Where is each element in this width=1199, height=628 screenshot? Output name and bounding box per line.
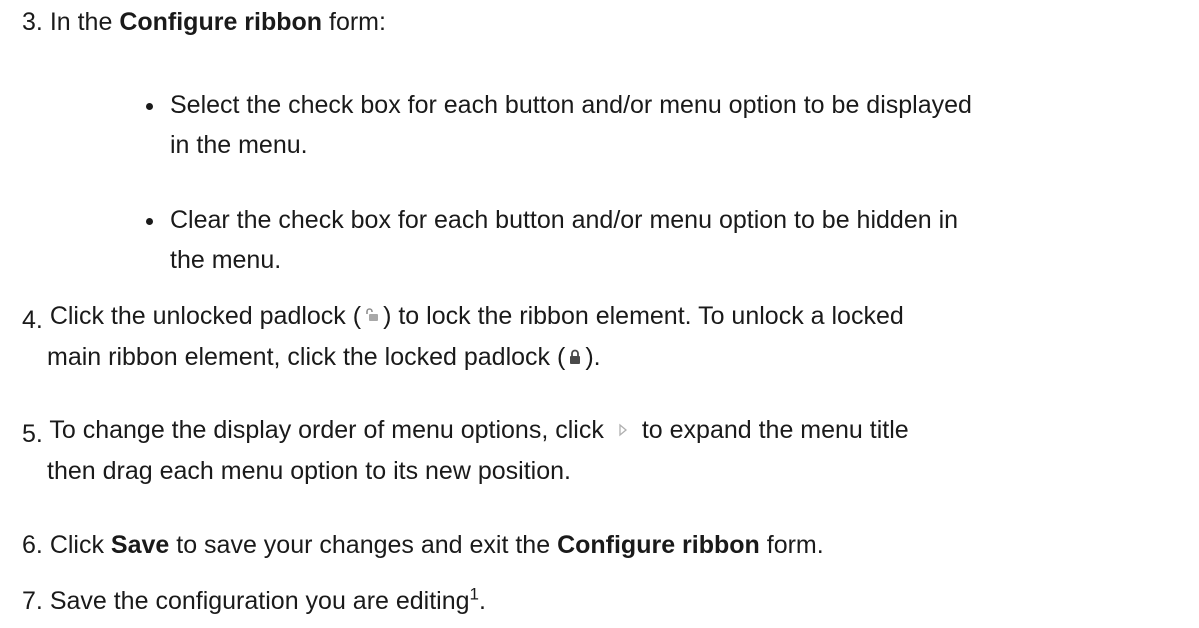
- footnote-marker[interactable]: 1: [470, 585, 479, 604]
- bullet-line: Clear the check box for each button and/…: [170, 206, 959, 234]
- step-3: 3. In the Configure ribbon form:: [22, 2, 386, 42]
- step-text: ) to lock the ribbon element. To unlock …: [383, 302, 904, 330]
- step-text: Click: [49, 531, 111, 559]
- step-number: 3.: [22, 8, 43, 36]
- step-text: Click the unlocked padlock (: [49, 302, 362, 330]
- step-line: then drag each menu option to its new po…: [47, 457, 571, 486]
- locked-padlock-icon: [568, 337, 582, 377]
- step-text: to save your changes and exit the: [169, 531, 558, 559]
- step-text: form:: [322, 8, 386, 36]
- step-line: main ribbon element, click the locked pa…: [22, 337, 904, 378]
- step-text: to expand the menu title: [641, 416, 909, 444]
- step-number: 7.: [22, 587, 43, 615]
- save-label: Save: [110, 531, 170, 559]
- step-text: .: [479, 587, 486, 615]
- step-text: form.: [759, 531, 824, 559]
- step-text: In the: [49, 8, 120, 36]
- bullet-item-clear: Clear the check box for each button and/…: [146, 200, 958, 280]
- bullet-dot: [146, 103, 153, 110]
- step-number: 4.: [22, 306, 43, 334]
- unlocked-padlock-icon: [364, 295, 380, 335]
- step-7: 7. Save the configuration you are editin…: [22, 581, 486, 621]
- bullet-line: Select the check box for each button and…: [170, 91, 972, 119]
- step-6: 6. Click Save to save your changes and e…: [22, 525, 824, 565]
- expand-arrow-icon: [618, 409, 628, 449]
- bullet-dot: [146, 218, 153, 225]
- step-4: 4. Click the unlocked padlock ( ) to loc…: [22, 296, 904, 379]
- form-name: Configure ribbon: [119, 8, 323, 36]
- step-text: To change the display order of menu opti…: [49, 416, 604, 444]
- step-text: ).: [585, 343, 601, 372]
- step-5: 5. To change the display order of menu o…: [22, 410, 909, 491]
- form-name: Configure ribbon: [557, 531, 760, 559]
- step-text: main ribbon element, click the locked pa…: [47, 343, 566, 372]
- bullet-line: the menu.: [170, 246, 282, 274]
- step-number: 5.: [22, 420, 43, 448]
- bullet-item-select: Select the check box for each button and…: [146, 85, 972, 165]
- bullet-line: in the menu.: [170, 131, 308, 159]
- step-text: Save the configuration you are editing: [49, 587, 470, 615]
- step-number: 6.: [22, 531, 43, 559]
